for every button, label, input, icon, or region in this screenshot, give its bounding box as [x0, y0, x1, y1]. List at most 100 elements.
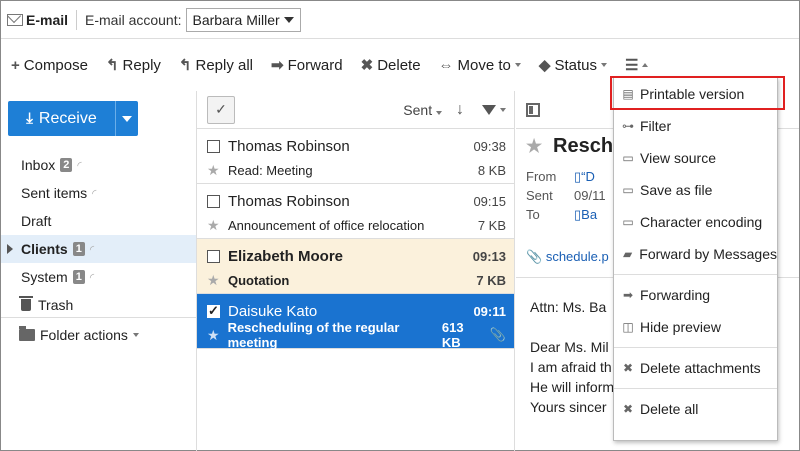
star-icon[interactable]: ★	[207, 327, 220, 344]
account-select[interactable]: Barbara Miller	[185, 7, 301, 32]
to-link[interactable]: ▯Ba	[574, 205, 597, 224]
menu-item-printable-version[interactable]: ▤ Printable version	[610, 76, 785, 110]
forward-button[interactable]: ➡ Forward	[271, 56, 343, 75]
app-title-label: E-mail	[26, 11, 69, 28]
pane-toggle-icon[interactable]	[526, 102, 540, 117]
sender: Thomas Robinson	[228, 192, 350, 210]
list-item[interactable]: Thomas Robinson 09:38 ★ Read: Meeting 8 …	[197, 129, 514, 184]
delete-label: Delete	[377, 56, 421, 74]
body-line: Attn: Ms. Ba	[530, 299, 607, 315]
message-checkbox[interactable]	[207, 249, 220, 263]
folder-label: System	[21, 269, 68, 285]
time: 09:11	[473, 303, 506, 319]
account-value: Barbara Miller	[192, 11, 280, 28]
more-menu-button[interactable]: ☰	[625, 56, 649, 74]
sort-direction-icon[interactable]: ↓	[456, 101, 464, 119]
unread-badge: 2	[60, 158, 73, 172]
chat-icon: ▰	[623, 247, 633, 261]
sidebar: ⤓ Receive Inbox 2 ◜ Sent items ◜ Draft C…	[1, 91, 197, 451]
filter-icon: ⊶	[622, 119, 634, 133]
move-to-button[interactable]: ⇔ Move to	[439, 57, 521, 74]
list-item[interactable]: Thomas Robinson 09:15 ★ Announcement of …	[197, 184, 514, 239]
body-line: Yours sincer	[530, 399, 607, 415]
attachment-link[interactable]: 📎 schedule.p	[526, 249, 609, 265]
menu-item-filter[interactable]: ⊶ Filter	[614, 110, 777, 142]
attachment-icon: 📎	[489, 327, 506, 342]
message-checkbox[interactable]	[207, 303, 220, 319]
chevron-down-icon	[283, 16, 294, 23]
reply-all-button[interactable]: ↰ Reply all	[178, 56, 253, 75]
receive-dropdown-button[interactable]	[116, 115, 138, 122]
list-item[interactable]: Daisuke Kato 09:11 ★ Rescheduling of the…	[197, 294, 514, 350]
forward-label: Forward	[287, 56, 343, 74]
menu-divider	[614, 388, 777, 389]
folder-label: Trash	[38, 297, 74, 313]
sidebar-item-trash[interactable]: Trash	[1, 291, 196, 319]
compose-button[interactable]: + Compose	[11, 57, 88, 74]
menu-item-delete-attachments[interactable]: ✖ Delete attachments	[614, 352, 777, 384]
from-label: From	[526, 169, 557, 184]
sort-dropdown[interactable]: Sent	[403, 102, 442, 118]
rss-icon: ◜	[92, 187, 97, 200]
sidebar-item-draft[interactable]: Draft	[1, 207, 196, 235]
status-button[interactable]: ◆ Status	[539, 56, 607, 74]
sent-label: Sent	[526, 188, 553, 203]
body-line: He will inform	[530, 379, 615, 395]
to-label: To	[526, 207, 540, 222]
sort-control: Sent ↓	[403, 101, 506, 119]
top-bar: E-mail E-mail account: Barbara Miller	[1, 1, 799, 39]
receive-button[interactable]: ⤓ Receive	[8, 101, 116, 136]
body-line: I am afraid th	[530, 359, 612, 375]
move-icon: ⇔	[438, 56, 454, 74]
time: 09:15	[473, 193, 506, 209]
message-checkbox[interactable]	[207, 194, 220, 208]
forward-icon: ➡	[271, 57, 284, 74]
folder-actions-button[interactable]: Folder actions	[19, 326, 139, 343]
menu-item-label: Delete all	[640, 401, 699, 417]
folder-label: Draft	[21, 213, 52, 229]
menu-item-save-as-file[interactable]: ▭ Save as file	[614, 174, 777, 206]
menu-item-label: Hide preview	[640, 319, 721, 335]
pane-icon: ◫	[622, 320, 634, 334]
star-icon[interactable]: ★	[207, 217, 220, 234]
sidebar-item-inbox[interactable]: Inbox 2 ◜	[1, 151, 196, 179]
menu-item-forwarding[interactable]: ➡ Forwarding	[614, 279, 777, 311]
from-link[interactable]: ▯“D	[574, 167, 595, 186]
subject: Announcement of office relocation	[228, 217, 425, 233]
sidebar-item-system[interactable]: System 1 ◜	[1, 263, 196, 291]
receive-label: Receive	[38, 109, 97, 127]
chevron-down-icon	[514, 63, 521, 67]
menu-item-label: Filter	[640, 118, 672, 134]
unread-badge: 1	[72, 270, 85, 284]
message-checkbox[interactable]	[207, 139, 220, 153]
star-icon[interactable]: ★	[207, 162, 220, 179]
document-icon: ▭	[622, 215, 634, 229]
filter-icon[interactable]	[482, 104, 496, 115]
reply-icon: ↰	[105, 57, 119, 74]
sidebar-item-clients[interactable]: Clients 1 ◜	[1, 235, 196, 263]
menu-item-forward-by-messages[interactable]: ▰ Forward by Messages	[614, 238, 777, 270]
menu-item-delete-all[interactable]: ✖ Delete all	[614, 393, 777, 425]
mail-icon	[7, 13, 23, 26]
trash-icon	[19, 296, 33, 311]
rss-icon: ◜	[77, 159, 82, 172]
menu-item-hide-preview[interactable]: ◫ Hide preview	[614, 311, 777, 343]
select-all-checkbox[interactable]: ✓	[207, 95, 235, 124]
delete-button[interactable]: ✖ Delete	[361, 56, 421, 75]
message-body: Attn: Ms. Ba Dear Ms. Mil I am afraid th…	[530, 297, 614, 417]
list-item[interactable]: Elizabeth Moore 09:13 ★ Quotation 7 KB	[197, 239, 514, 294]
reply-button[interactable]: ↰ Reply	[105, 56, 161, 75]
menu-item-character-encoding[interactable]: ▭ Character encoding	[614, 206, 777, 238]
reply-all-icon: ↰	[178, 57, 192, 74]
menu-item-label: Forwarding	[640, 287, 711, 303]
expand-triangle-icon[interactable]	[7, 244, 13, 254]
menu-item-view-source[interactable]: ▭ View source	[614, 142, 777, 174]
time: 09:13	[472, 248, 506, 264]
divider	[1, 317, 196, 318]
menu-item-label: Delete attachments	[640, 360, 761, 376]
star-icon[interactable]: ★	[207, 272, 220, 289]
folder-icon	[19, 326, 35, 341]
sidebar-item-sent-items[interactable]: Sent items ◜	[1, 179, 196, 207]
star-icon[interactable]: ★	[526, 136, 542, 157]
document-icon: ▭	[622, 183, 634, 197]
